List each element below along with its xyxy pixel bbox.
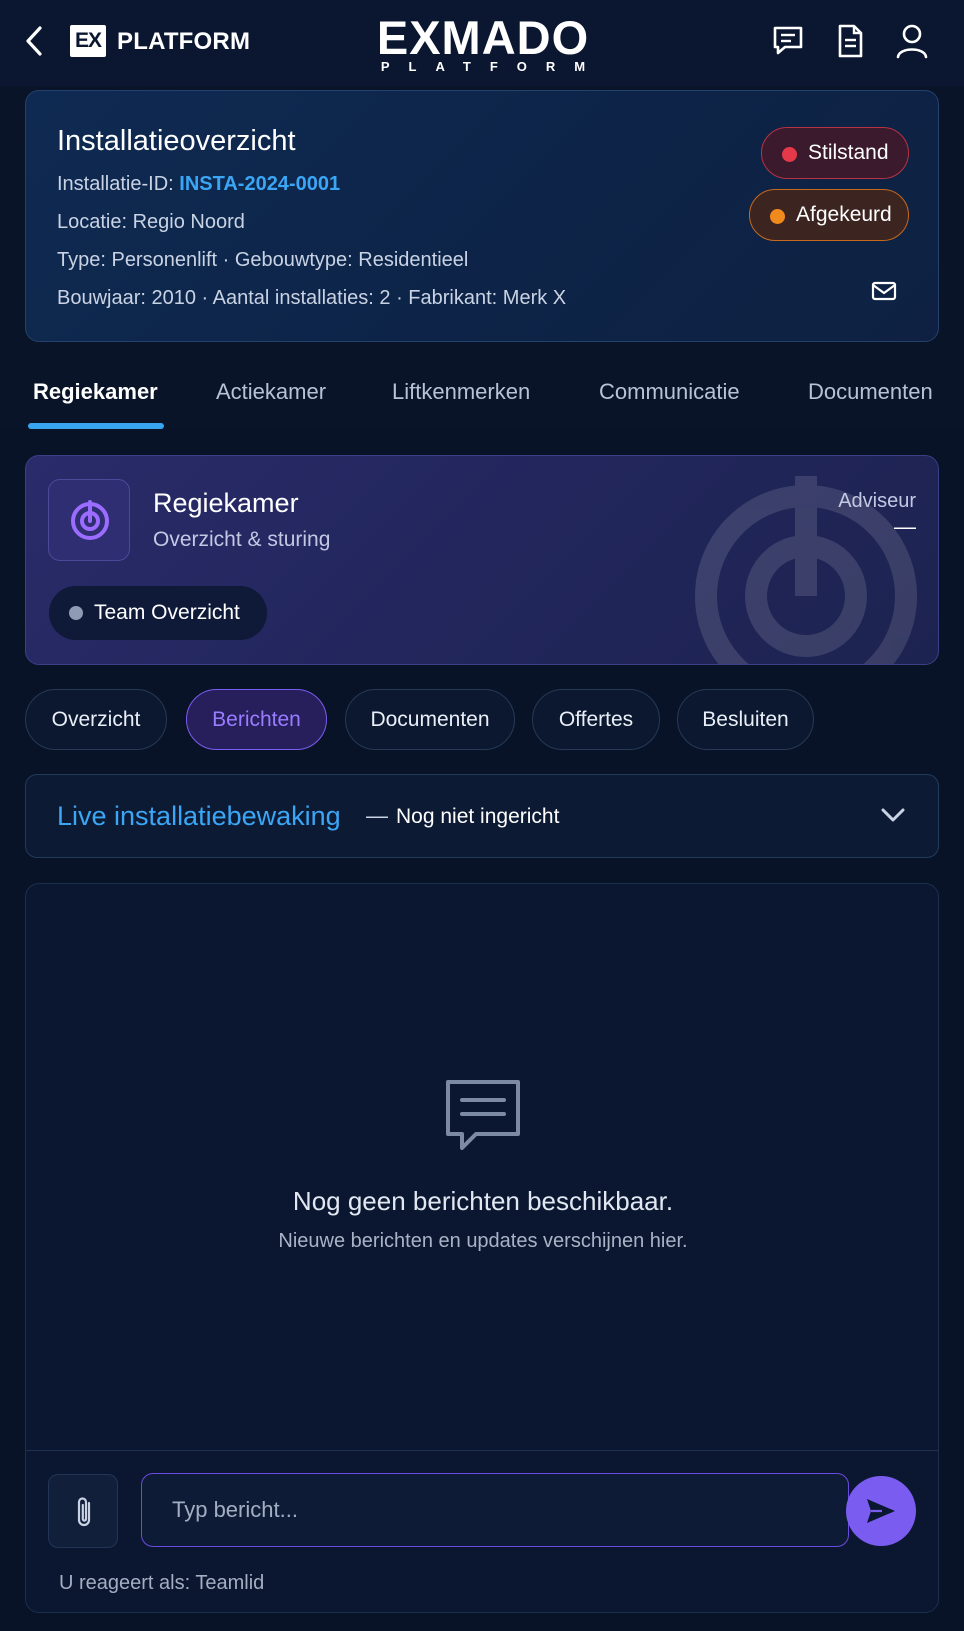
installation-id-label: Installatie-ID: — [57, 173, 180, 195]
radar-icon — [71, 500, 109, 540]
app-logo-subtitle: PLATFORM — [380, 59, 605, 74]
subtab-berichten[interactable]: Berichten — [186, 689, 327, 750]
status-badge-label: Stilstand — [808, 141, 889, 164]
role-label: Adviseur — [838, 490, 916, 512]
reply-as-label: U reageert als: Teamlid — [59, 1572, 265, 1594]
regiekamer-title: Regiekamer — [153, 488, 299, 518]
attach-button[interactable] — [48, 1474, 118, 1548]
composer-divider — [26, 1450, 938, 1451]
subtab-documenten[interactable]: Documenten — [345, 689, 515, 750]
status-badge-stilstand[interactable]: Stilstand — [761, 127, 909, 179]
status-dot-red — [782, 147, 797, 162]
chat-icon[interactable] — [770, 22, 806, 60]
mail-icon[interactable] — [870, 279, 898, 303]
team-overzicht-pill[interactable]: Team Overzicht — [49, 586, 267, 640]
subtab-besluiten[interactable]: Besluiten — [677, 689, 814, 750]
live-monitoring-title: Live installatiebewaking — [57, 801, 341, 831]
brand-name: PLATFORM — [117, 28, 251, 55]
live-monitoring-separator: — — [366, 803, 388, 828]
active-tab-indicator — [28, 423, 164, 429]
tab-communicatie[interactable]: Communicatie — [599, 379, 740, 405]
paperclip-icon — [77, 1497, 91, 1527]
subtab-overzicht[interactable]: Overzicht — [25, 689, 167, 750]
tab-regiekamer[interactable]: Regiekamer — [33, 379, 158, 405]
app-logo: EXMADO — [376, 11, 590, 64]
chevron-left-icon[interactable] — [22, 24, 48, 58]
message-input[interactable] — [141, 1473, 849, 1547]
installation-card: Installatieoverzicht Installatie-ID: INS… — [25, 90, 939, 342]
team-status-dot — [69, 606, 83, 620]
tab-actiekamer[interactable]: Actiekamer — [216, 379, 326, 405]
regiekamer-card: Regiekamer Overzicht & sturing Adviseur … — [25, 455, 939, 665]
chevron-down-icon[interactable] — [878, 803, 908, 827]
team-overzicht-label: Team Overzicht — [94, 601, 240, 624]
send-button[interactable] — [846, 1476, 916, 1546]
regiekamer-icon-box — [48, 479, 130, 561]
document-icon[interactable] — [832, 22, 868, 60]
installation-type: Type: Personenlift · Gebouwtype: Residen… — [57, 249, 469, 271]
empty-state-title: Nog geen berichten beschikbaar. — [292, 1186, 674, 1216]
role-value: — — [894, 514, 916, 539]
regiekamer-subtitle: Overzicht & sturing — [153, 528, 331, 551]
status-badge-afgekeurd[interactable]: Afgekeurd — [749, 189, 909, 241]
tab-documenten[interactable]: Documenten — [808, 379, 933, 405]
installation-id-line: Installatie-ID: INSTA-2024-0001 — [57, 173, 340, 196]
messages-panel: Nog geen berichten beschikbaar. Nieuwe b… — [25, 883, 939, 1613]
top-bar: EX PLATFORM EXMADO PLATFORM — [0, 0, 964, 86]
installation-location: Locatie: Regio Noord — [57, 211, 245, 233]
user-icon[interactable] — [894, 22, 930, 60]
live-monitoring-accordion[interactable]: Live installatiebewaking — Nog niet inge… — [25, 774, 939, 858]
status-dot-orange — [770, 209, 785, 224]
send-icon — [867, 1499, 895, 1523]
brand-badge: EX — [70, 25, 106, 57]
main-tabs: Regiekamer Actiekamer Liftkenmerken Comm… — [0, 350, 964, 430]
empty-state-subtitle: Nieuwe berichten en updates verschijnen … — [278, 1230, 688, 1252]
installation-meta: Bouwjaar: 2010 · Aantal installaties: 2 … — [57, 287, 567, 309]
message-icon — [438, 1072, 528, 1162]
installation-id-value[interactable]: INSTA-2024-0001 — [179, 173, 340, 195]
tab-liftkenmerken[interactable]: Liftkenmerken — [392, 379, 530, 405]
subtab-offertes[interactable]: Offertes — [532, 689, 660, 750]
live-monitoring-status: Nog niet ingericht — [396, 805, 560, 828]
installation-title: Installatieoverzicht — [57, 125, 296, 157]
status-badge-label: Afgekeurd — [796, 203, 892, 226]
